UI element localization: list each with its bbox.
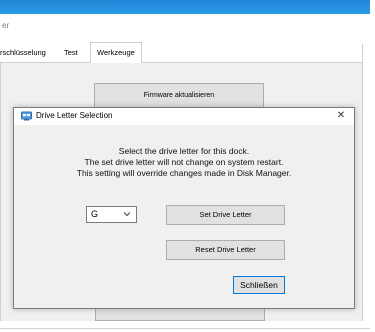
screen-edge xyxy=(370,0,375,332)
tab-test[interactable]: Test xyxy=(64,44,78,62)
background-titlebar xyxy=(0,0,370,14)
close-button[interactable]: Schließen xyxy=(233,276,285,294)
background-window-caption: er xyxy=(2,21,10,30)
tab-verschluesselung[interactable]: rschlüsselung xyxy=(0,44,46,62)
dialog-titlebar: Drive Letter Selection ✕ xyxy=(14,108,354,125)
close-icon[interactable]: ✕ xyxy=(334,109,348,123)
message-line: This setting will override changes made … xyxy=(76,168,292,178)
chevron-down-icon xyxy=(123,210,131,219)
drive-letter-value: G xyxy=(91,209,99,219)
message-line: The set drive letter will not change on … xyxy=(84,157,284,167)
set-drive-letter-button[interactable]: Set Drive Letter xyxy=(166,205,285,225)
message-line: Select the drive letter for this dock. xyxy=(118,146,250,156)
firmware-update-button[interactable]: Firmware aktualisieren xyxy=(94,83,264,108)
dialog-title: Drive Letter Selection xyxy=(36,111,113,120)
drive-letter-select[interactable]: G xyxy=(86,206,137,223)
panel-border xyxy=(362,44,363,321)
dialog-message: Select the drive letter for this dock. T… xyxy=(14,146,354,179)
drive-letter-dialog: Drive Letter Selection ✕ Select the driv… xyxy=(13,107,355,309)
drive-icon xyxy=(21,111,32,121)
reset-drive-letter-button[interactable]: Reset Drive Letter xyxy=(166,240,285,260)
tab-strip: rschlüsselung Test Werkzeuge xyxy=(0,42,362,65)
tab-werkzeuge[interactable]: Werkzeuge xyxy=(90,42,142,65)
